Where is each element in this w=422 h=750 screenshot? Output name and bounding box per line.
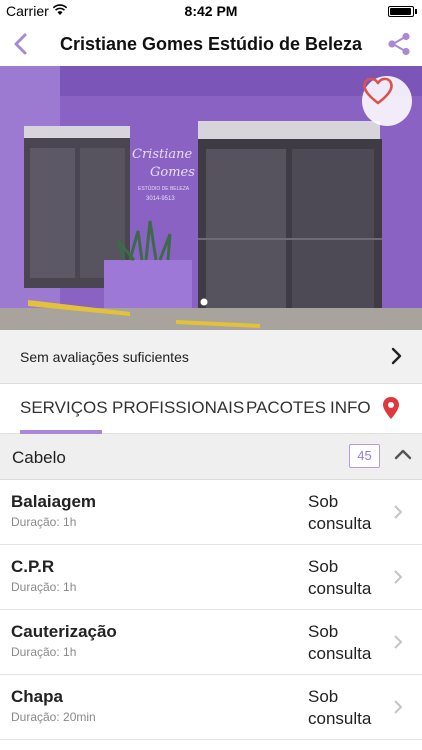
price-line-1: Sob (308, 622, 339, 641)
category-count-badge: 45 (349, 444, 380, 468)
price-line-2: consulta (308, 709, 372, 728)
section-tabs: SERVIÇOS PROFISSIONAIS PACOTES INFO (0, 384, 422, 434)
price-line-2: consulta (308, 514, 372, 533)
favorite-button[interactable] (362, 76, 412, 126)
service-name: C.P.R (11, 557, 55, 576)
category-name: Cabelo (12, 448, 66, 467)
service-name: Chapa (11, 687, 63, 706)
battery-tip (415, 9, 417, 14)
tab-profissionais[interactable]: PROFISSIONAIS (112, 398, 244, 418)
tab-info[interactable]: INFO (330, 398, 371, 418)
service-duration: Duração: 20min (11, 710, 96, 724)
page-title: Cristiane Gomes Estúdio de Beleza (59, 34, 363, 54)
salon-photo[interactable]: Cristiane Gomes ESTÚDIO DE BELEZA 3014-9… (0, 66, 422, 330)
service-price: Sob consulta (308, 491, 388, 535)
service-price: Sob consulta (308, 686, 388, 730)
chevron-right-icon (394, 700, 403, 714)
chevron-right-icon (391, 347, 402, 365)
service-name: Cauterização (11, 622, 117, 641)
map-pin-icon[interactable] (382, 396, 400, 420)
reviews-row[interactable]: Sem avaliações suficientes (0, 330, 422, 384)
chevron-left-icon[interactable] (8, 30, 34, 58)
rating-status: Sem avaliações suficientes (20, 349, 189, 365)
clock: 8:42 PM (184, 3, 238, 19)
price-line-2: consulta (308, 579, 372, 598)
tab-pacotes[interactable]: PACOTES (246, 398, 326, 418)
service-row[interactable]: Cauterização Duração: 1h Sob consulta (0, 610, 422, 675)
status-bar: Carrier 8:42 PM (0, 0, 422, 22)
page-indicator (200, 298, 208, 306)
chevron-right-icon (394, 635, 403, 649)
sign-text-2: Gomes (150, 165, 195, 180)
service-row[interactable]: Chapa Duração: 20min Sob consulta (0, 675, 422, 740)
price-line-1: Sob (308, 492, 339, 511)
storefront-illustration: Cristiane Gomes ESTÚDIO DE BELEZA 3014-9… (0, 66, 422, 330)
service-row[interactable]: C.P.R Duração: 1h Sob consulta (0, 545, 422, 610)
service-price: Sob consulta (308, 621, 388, 665)
category-header[interactable]: Cabelo 45 (0, 434, 422, 480)
heart-icon (363, 77, 393, 105)
chevron-up-icon[interactable] (394, 448, 412, 460)
sign-text-1: Cristiane (132, 147, 192, 162)
battery-icon (388, 6, 414, 17)
service-duration: Duração: 1h (11, 515, 77, 529)
tab-servicos[interactable]: SERVIÇOS (20, 398, 108, 418)
service-duration: Duração: 1h (11, 645, 77, 659)
chevron-right-icon (394, 505, 403, 519)
price-line-2: consulta (308, 644, 372, 663)
price-line-1: Sob (308, 557, 339, 576)
service-price: Sob consulta (308, 556, 388, 600)
chevron-right-icon (394, 570, 403, 584)
price-line-1: Sob (308, 687, 339, 706)
navigation-bar: Cristiane Gomes Estúdio de Beleza (0, 22, 422, 66)
share-icon[interactable] (386, 31, 412, 57)
sign-text-4: 3014-9513 (146, 196, 175, 202)
sign-text-3: ESTÚDIO DE BELEZA (138, 185, 190, 192)
service-duration: Duração: 1h (11, 580, 77, 594)
service-name: Balaiagem (11, 492, 97, 511)
service-row[interactable]: Balaiagem Duração: 1h Sob consulta (0, 480, 422, 545)
